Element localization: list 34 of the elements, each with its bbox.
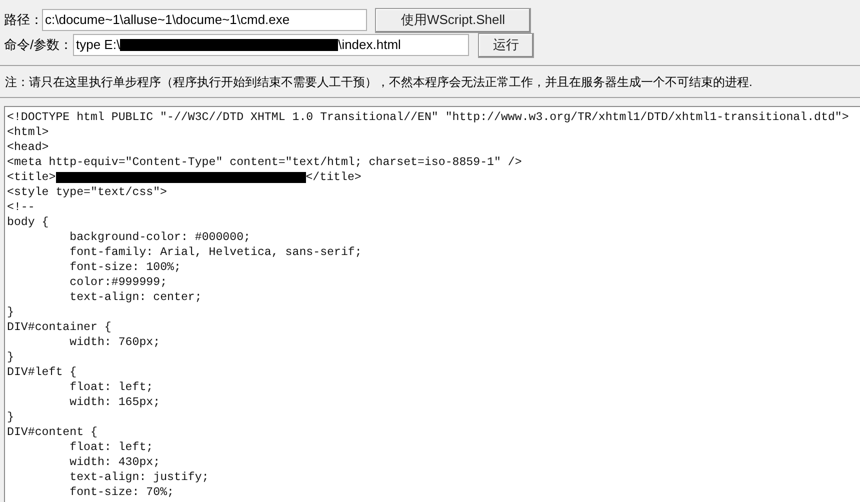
code-line: } (7, 350, 15, 365)
code-line: DIV#container { (7, 320, 112, 335)
code-line: DIV#left { (7, 365, 78, 380)
field-label: 命令/参数： (4, 36, 73, 54)
code-line: font-size: 100%; (68, 260, 182, 275)
code-line: } (7, 410, 15, 425)
code-line: text-align: center; (68, 290, 203, 305)
code-line: <meta http-equiv="Content-Type" content="text/html; charset=iso-8859-1" /> (7, 155, 523, 170)
code-line: font-size: 70%; (68, 485, 175, 500)
code-line: width: 760px; (68, 335, 162, 350)
code-line: font-family: Arial, Helvetica, sans-serif; (68, 245, 363, 260)
code-line: <!DOCTYPE html PUBLIC "-//W3C//DTD XHTML 1.0 Transitional//EN" "http://www.w3.org/TR/xhtml1/DTD/xhtml1-transitional.dtd"> (7, 110, 850, 125)
wscript-shell-button[interactable]: 使用WScript.Shell (375, 8, 531, 32)
note-text: 注：请只在这里执行单步程序（程序执行开始到结束不需要人工干预），不然本程序会无法正常工作，并且在服务器生成一个不可结束的进程. (4, 74, 754, 90)
code-line: <head> (7, 140, 50, 155)
code-line: body { (7, 215, 50, 230)
code-line: width: 165px; (68, 395, 162, 410)
code-line: float: left; (68, 440, 154, 455)
code-line: <style type="text/css"> (7, 185, 168, 200)
code-line: } (7, 305, 15, 320)
code-line: color:#999999; (68, 275, 168, 290)
path-input-field[interactable]: c:\docume~1\alluse~1\docume~1\cmd.exe (42, 9, 367, 31)
code-line: text-align: justify; (68, 470, 210, 485)
code-line: DIV#content { (7, 425, 98, 440)
field-label: 路径： (4, 11, 42, 30)
code-line: <title> (7, 170, 56, 185)
code-line: <html> (7, 125, 50, 140)
code-line: background-color: #000000; (68, 230, 252, 245)
code-line: <!-- (7, 200, 36, 215)
code-line: width: 430px; (68, 455, 162, 470)
code-line: float: left; (68, 380, 154, 395)
command-input-field[interactable]: type E:\ \index.html (73, 34, 469, 56)
code-line: </title> (306, 170, 362, 185)
run-button[interactable]: 运行 (478, 32, 534, 58)
